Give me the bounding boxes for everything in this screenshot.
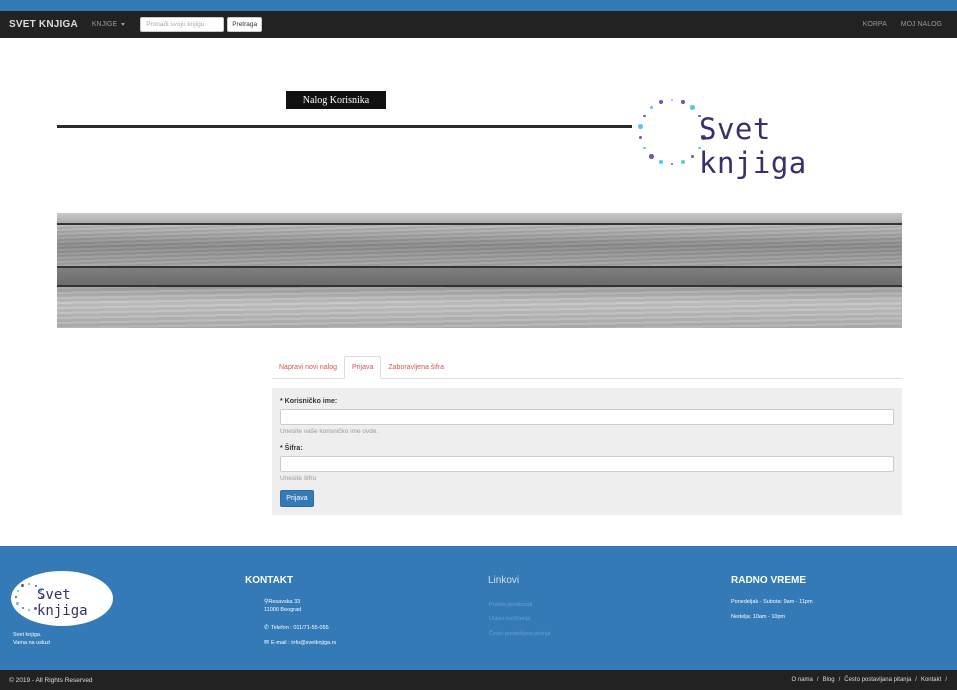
- wood-banner-image: [57, 213, 902, 328]
- tab-login[interactable]: Prijava: [343, 356, 382, 379]
- tab-register[interactable]: Napravi novi nalog: [272, 356, 344, 379]
- navbar-brand[interactable]: SVET KNJIGA: [9, 19, 78, 30]
- tab-forgot-password[interactable]: Zaboravljena šifra: [381, 356, 451, 379]
- password-help-text: Unesite šifru: [280, 475, 317, 482]
- wood-plank: [57, 213, 902, 223]
- login-button[interactable]: Prijava: [280, 490, 314, 507]
- footer-brand-text: Svet knjiga. Vama na usluzi: [13, 631, 50, 647]
- logo-dot: [28, 583, 30, 585]
- logo-dot: [681, 100, 685, 104]
- email-line: ✉ E-mail : info@svetknjiga.rs: [264, 639, 336, 647]
- bottom-bar: © 2019 - All Rights Reserved O nama / Bl…: [0, 670, 957, 690]
- logo-dot: [649, 105, 654, 110]
- account-tabs: Napravi novi nalog Prijava Zaboravljena …: [272, 356, 902, 379]
- site-logo[interactable]: Svet knjiga: [636, 88, 896, 180]
- site-footer: Svet knjiga Svet knjiga. Vama na usluzi …: [0, 546, 957, 670]
- bottom-link-contact[interactable]: Kontakt: [921, 677, 941, 683]
- bottom-link-blog[interactable]: Blog: [823, 677, 835, 683]
- logo-dot: [659, 160, 663, 164]
- contact-heading: KONTAKT: [245, 575, 294, 586]
- logo-dot: [690, 105, 695, 110]
- password-field[interactable]: [280, 456, 894, 472]
- address-block: ⚲Resavska 33 11000 Beograd: [264, 598, 301, 614]
- account-link[interactable]: MOJ NALOG: [901, 21, 942, 28]
- logo-dot: [642, 114, 646, 118]
- caret-down-icon: [121, 23, 126, 26]
- top-accent-strip: [0, 0, 957, 11]
- logo-dot: [649, 154, 654, 159]
- logo-dot: [21, 607, 24, 610]
- username-help-text: Unesite vaše korisničko ime ovde.: [280, 428, 379, 435]
- logo-dot: [638, 135, 643, 140]
- footer-link-faq[interactable]: Često postavljana pitanja: [489, 631, 550, 637]
- hours-weekdays: Ponedeljak - Subota: 9am - 11pm: [731, 599, 813, 605]
- logo-dot: [658, 99, 664, 105]
- logo-dot: [21, 584, 24, 587]
- address-street: Resavska 33: [268, 599, 301, 605]
- username-field[interactable]: [280, 409, 894, 425]
- footer-logo[interactable]: Svet knjiga: [11, 571, 113, 626]
- login-form: * Korisničko ime: Unesite vaše korisničk…: [272, 388, 902, 515]
- logo-dot: [16, 589, 19, 592]
- logo-dot: [680, 159, 686, 165]
- hours-sunday: Nedelja: 10am - 10pm: [731, 614, 786, 620]
- link-separator: /: [816, 677, 819, 683]
- cart-link[interactable]: KORPA: [863, 21, 887, 28]
- hours-heading: RADNO VREME: [731, 575, 807, 586]
- phone-icon: ✆: [264, 625, 270, 631]
- wood-plank: [57, 287, 902, 328]
- email-text[interactable]: E-mail : info@svetknjiga.rs: [271, 639, 336, 647]
- bottom-links: O nama / Blog / Često postavljana pitanj…: [792, 677, 947, 683]
- address-city: 11000 Beograd: [264, 607, 302, 613]
- wood-plank: [57, 268, 902, 285]
- copyright-text: © 2019 - All Rights Reserved: [9, 676, 93, 684]
- bottom-link-about[interactable]: O nama: [792, 677, 813, 683]
- footer-link-privacy[interactable]: Pravila privatnosti: [489, 602, 532, 608]
- password-label: * Šifra:: [280, 445, 303, 452]
- page-title: Nalog Korisnika: [286, 91, 386, 109]
- logo-dot: [642, 146, 646, 150]
- username-label: * Korisničko ime:: [280, 398, 338, 405]
- link-separator: /: [915, 677, 917, 683]
- bottom-link-faq[interactable]: Često postavljana pitanja: [844, 677, 911, 683]
- link-separator: /: [838, 677, 841, 683]
- navbar-right-links: KORPA MOJ NALOG: [863, 21, 942, 28]
- logo-dot: [16, 602, 19, 605]
- envelope-icon: ✉: [264, 640, 270, 646]
- phone-line: ✆ Telefon : 011/71-55-055: [264, 624, 329, 632]
- link-separator: /: [945, 677, 947, 683]
- wood-plank: [57, 225, 902, 266]
- search-button[interactable]: Pretraga: [227, 17, 263, 32]
- top-navbar: SVET KNJIGA KNJIGE Pretraga KORPA MOJ NA…: [0, 11, 957, 38]
- logo-text: Svet knjiga: [699, 112, 807, 180]
- phone-text: Telefon : 011/71-55-055: [271, 625, 329, 631]
- books-dropdown[interactable]: KNJIGE: [91, 21, 126, 28]
- logo-dot: [15, 596, 17, 598]
- logo-dot: [690, 154, 695, 159]
- links-heading: Linkovi: [488, 575, 520, 586]
- logo-dot: [638, 124, 643, 129]
- footer-brand-line: Svet knjiga.: [13, 632, 42, 638]
- search-input[interactable]: [140, 17, 225, 32]
- logo-dot: [670, 98, 674, 102]
- address-line: ⚲Resavska 33: [264, 598, 301, 606]
- title-divider: [57, 125, 632, 128]
- footer-logo-text: Svet knjiga: [37, 587, 88, 619]
- footer-brand-line: Vama na usluzi: [13, 640, 51, 646]
- logo-dot: [670, 162, 674, 166]
- logo-dot: [28, 609, 30, 611]
- books-dropdown-label: KNJIGE: [91, 21, 118, 28]
- footer-link-terms[interactable]: Uslovi korišćenja: [489, 616, 530, 622]
